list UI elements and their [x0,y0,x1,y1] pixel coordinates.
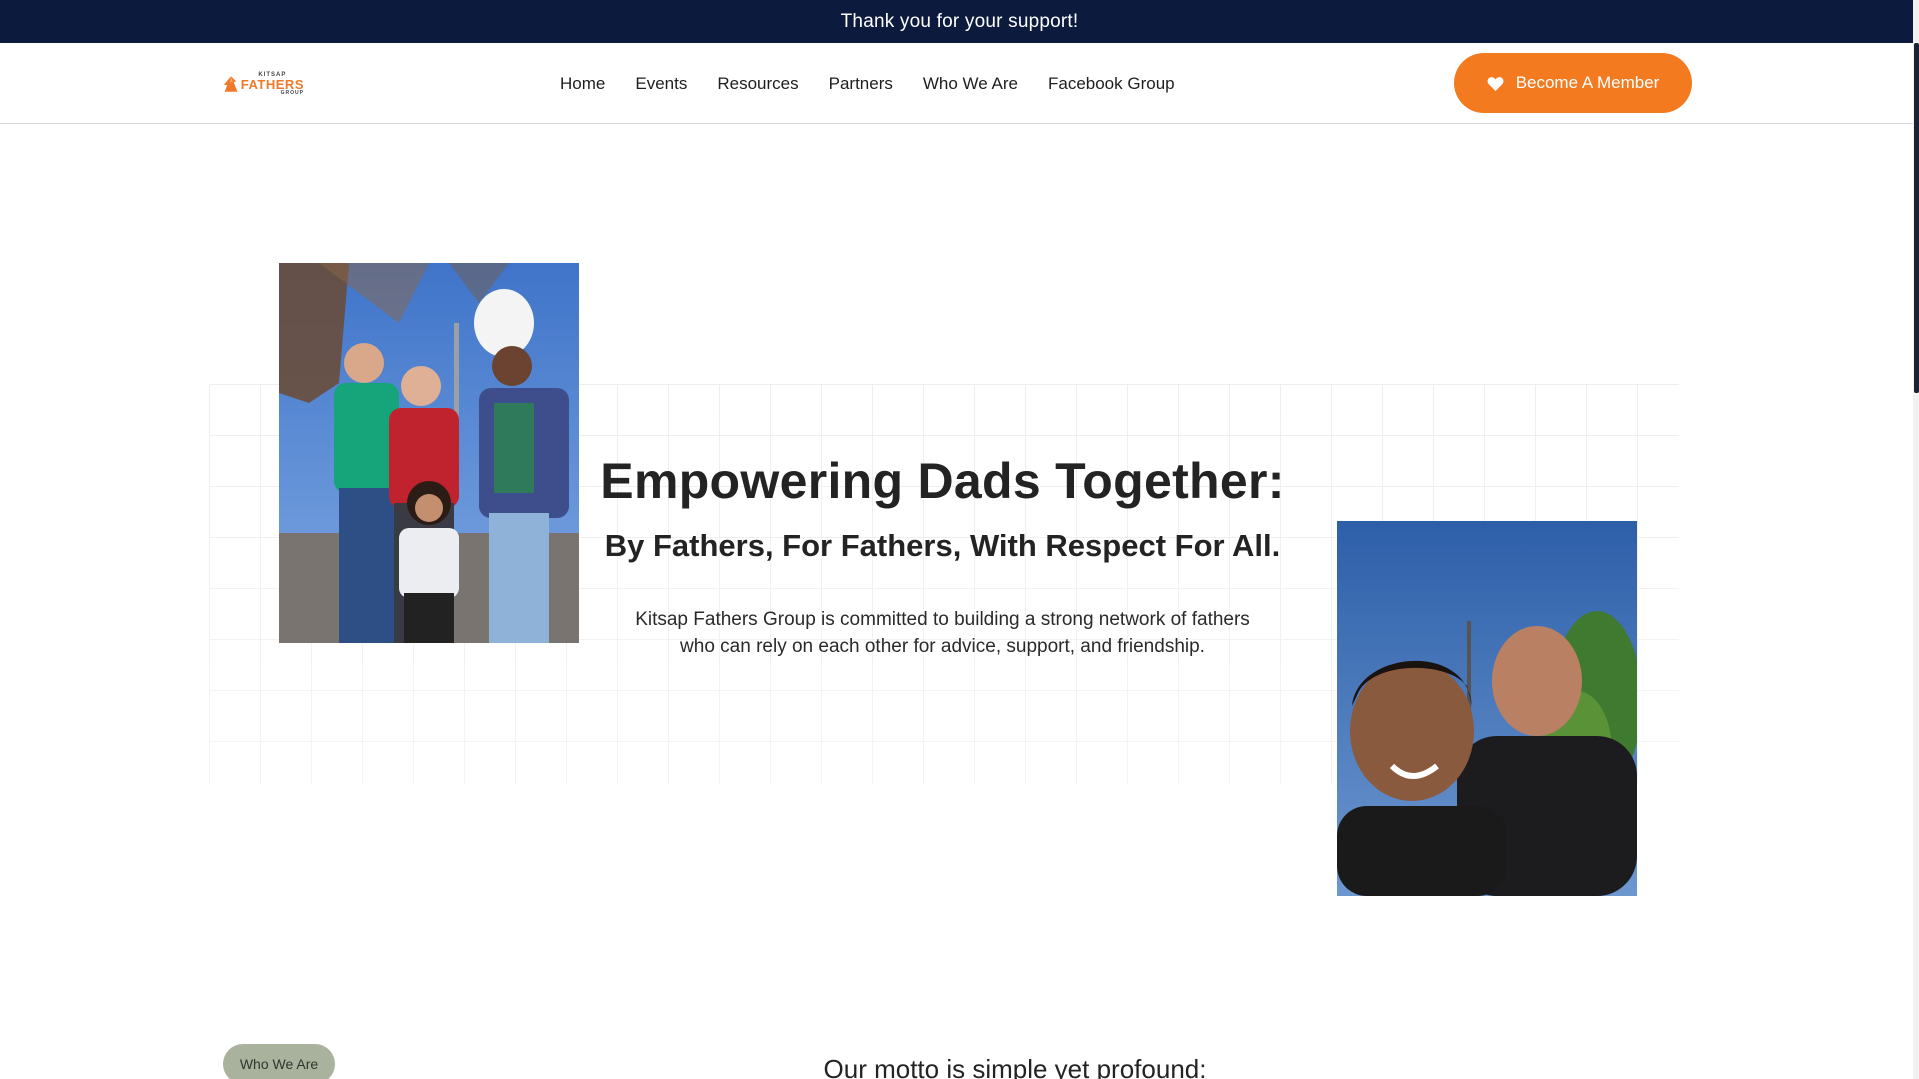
page: Thank you for your support! KITSAP FATHE… [0,0,1919,1079]
who-we-are-tag-label: Who We Are [239,1056,319,1072]
nav-resources[interactable]: Resources [717,74,798,94]
hero-photo-selfie [1337,521,1637,896]
become-member-button[interactable]: Become A Member [1454,53,1692,113]
announcement-bar: Thank you for your support! [0,0,1919,43]
scrollbar-thumb[interactable] [1914,43,1919,393]
hero-subtitle: By Fathers, For Fathers, With Respect Fo… [604,528,1281,563]
nav-partners[interactable]: Partners [829,74,893,94]
nav-events[interactable]: Events [635,74,687,94]
announcement-text: Thank you for your support! [840,10,1079,32]
who-we-are-tag: Who We Are [223,1044,335,1079]
nav-home[interactable]: Home [560,74,605,94]
logo-mark-icon [223,76,238,92]
hero-description: Kitsap Fathers Group is committed to bui… [635,609,1250,657]
main-nav: Home Events Resources Partners Who We Ar… [560,43,1175,124]
site-header: KITSAP FATHERS GROUP Home Events Resourc… [0,43,1919,124]
heart-icon [1487,76,1504,91]
site-logo[interactable]: KITSAP FATHERS GROUP [222,68,304,100]
nav-who-we-are[interactable]: Who We Are [923,74,1018,94]
hero-photo-group [279,263,579,643]
motto-heading: Our motto is simple yet profound: [823,1054,1207,1079]
nav-facebook-group[interactable]: Facebook Group [1048,74,1175,94]
hero-title: Empowering Dads Together: [600,453,1285,509]
become-member-label: Become A Member [1515,73,1660,92]
